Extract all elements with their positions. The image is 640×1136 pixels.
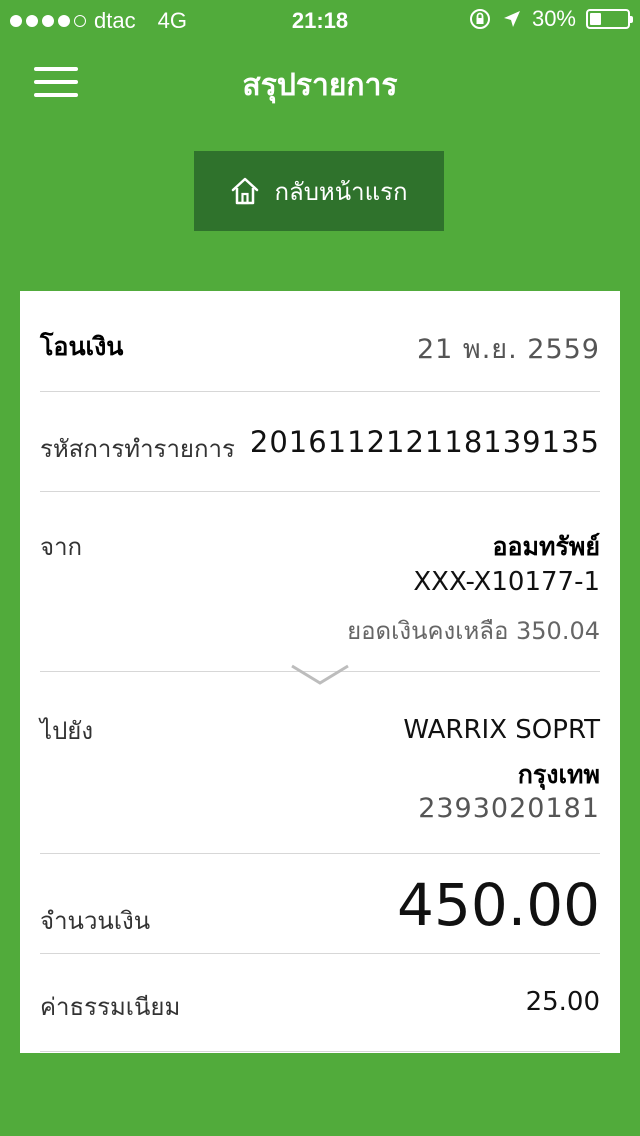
from-balance: ยอดเงินคงเหลือ 350.04 xyxy=(347,617,600,645)
reference-value: 201611212118139135 xyxy=(249,425,600,459)
nav-bar: สรุปรายการ xyxy=(0,40,640,128)
amount-value: 450.00 xyxy=(397,871,600,939)
fee-label: ค่าธรรมเนียม xyxy=(40,993,181,1021)
rotation-lock-icon xyxy=(469,9,490,29)
home-icon xyxy=(232,177,259,205)
home-button-label: กลับหน้าแรก xyxy=(274,177,408,206)
fee-row: ค่าธรรมเนียม 25.00 xyxy=(40,987,600,1027)
from-account-number: XXX-X10177-1 xyxy=(413,567,600,597)
transaction-type: โอนเงิน xyxy=(40,332,124,361)
location-arrow-icon xyxy=(503,11,520,27)
battery-icon xyxy=(586,9,633,29)
divider xyxy=(40,391,600,392)
from-label: จาก xyxy=(40,533,83,561)
status-bar: dtac 4G 21:18 30% xyxy=(0,0,640,40)
from-account-name: ออมทรัพย์ xyxy=(492,532,600,561)
divider xyxy=(40,853,600,854)
to-label: ไปยัง xyxy=(40,717,94,745)
payee-bank: กรุงเทพ xyxy=(517,760,600,789)
divider xyxy=(40,491,600,492)
chevron-down-icon[interactable] xyxy=(290,663,350,687)
divider xyxy=(40,953,600,954)
amount-row: จำนวนเงิน 450.00 xyxy=(40,871,600,947)
payee-account-number: 2393020181 xyxy=(418,793,600,824)
transaction-summary-card: โอนเงิน 21 พ.ย. 2559 รหัสการทำรายการ 201… xyxy=(20,291,620,1053)
payee-name: WARRIX SOPRT xyxy=(403,715,600,745)
home-button[interactable]: กลับหน้าแรก xyxy=(194,151,444,231)
status-right: 30% xyxy=(468,6,633,32)
fee-value: 25.00 xyxy=(525,987,600,1017)
transaction-type-row: โอนเงิน 21 พ.ย. 2559 xyxy=(40,327,600,367)
reference-row: รหัสการทำรายการ 201611212118139135 xyxy=(40,425,600,465)
page-title: สรุปรายการ xyxy=(242,68,398,103)
battery-percent: 30% xyxy=(531,6,576,31)
reference-label: รหัสการทำรายการ xyxy=(40,435,235,463)
amount-label: จำนวนเงิน xyxy=(40,907,151,935)
divider xyxy=(40,1051,600,1052)
to-row: ไปยัง WARRIX SOPRT กรุงเทพ 2393020181 xyxy=(40,711,600,831)
transaction-date: 21 พ.ย. 2559 xyxy=(416,334,600,365)
from-row: จาก ออมทรัพย์ XXX-X10177-1 ยอดเงินคงเหลื… xyxy=(40,523,600,645)
